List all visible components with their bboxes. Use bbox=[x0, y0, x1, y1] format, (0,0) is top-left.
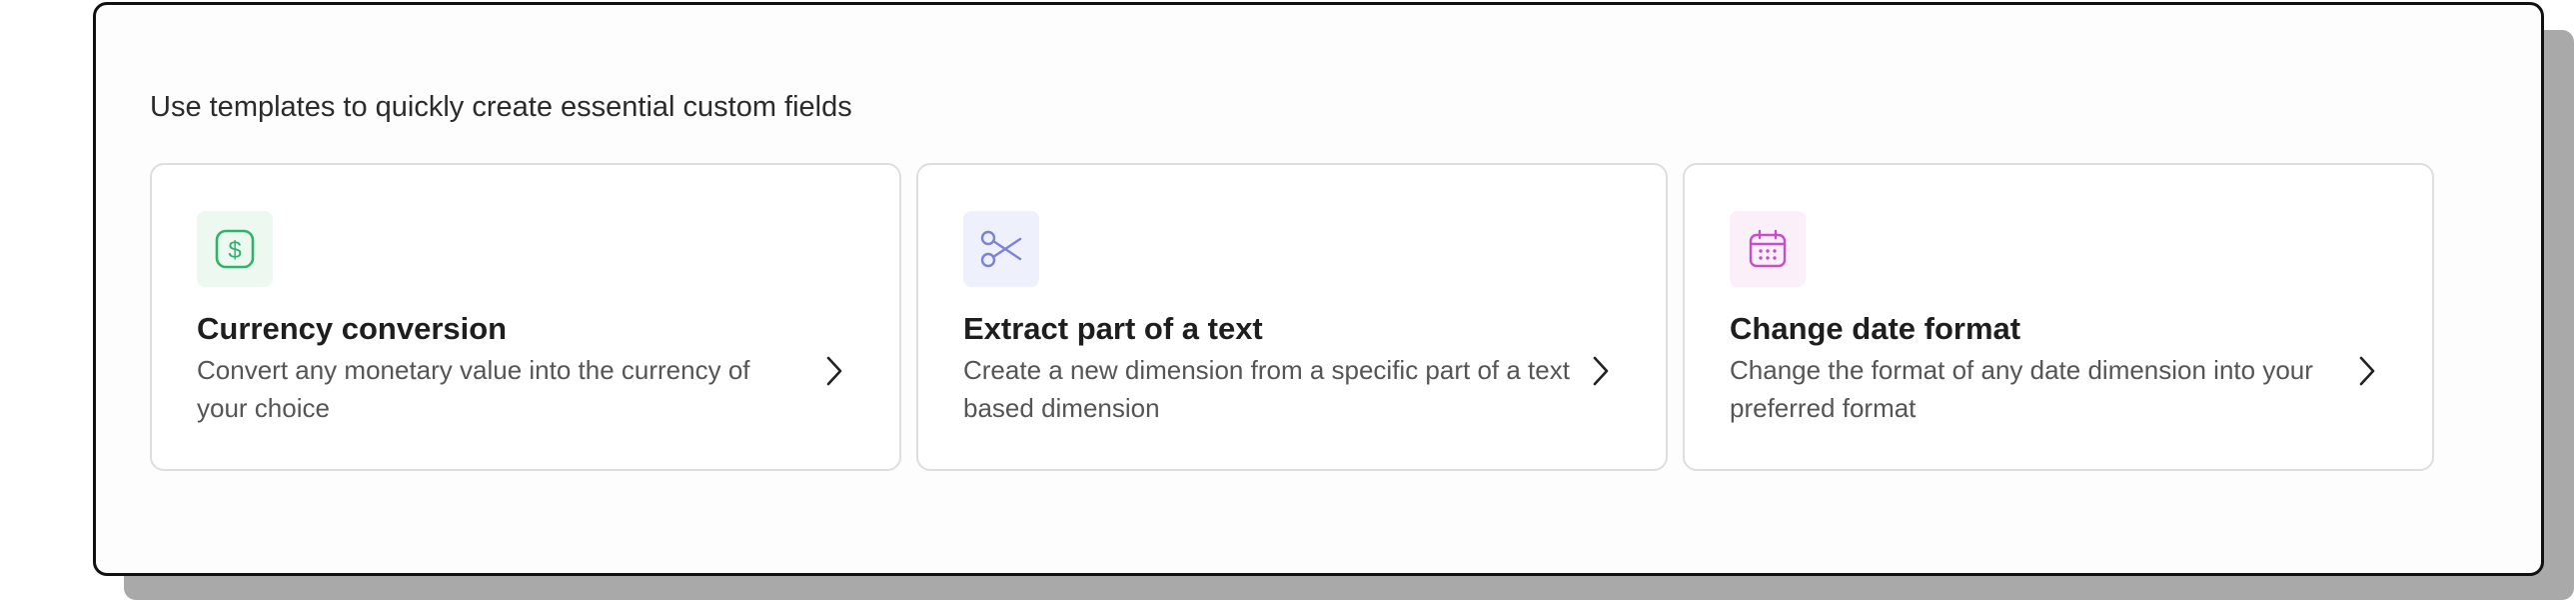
templates-panel: Use templates to quickly create essentia… bbox=[93, 2, 2544, 576]
svg-text:$: $ bbox=[228, 237, 241, 264]
card-description: Create a new dimension from a specific p… bbox=[963, 355, 1570, 423]
chevron-right-icon[interactable] bbox=[819, 351, 849, 391]
card-title: Currency conversion bbox=[197, 311, 508, 346]
card-description: Convert any monetary value into the curr… bbox=[197, 355, 750, 423]
dollar-icon: $ bbox=[197, 211, 273, 287]
calendar-icon bbox=[1730, 211, 1806, 287]
template-card-change-date-format[interactable]: Change date format Change the format of … bbox=[1683, 163, 2434, 471]
chevron-right-icon[interactable] bbox=[1586, 351, 1616, 391]
scissors-icon bbox=[963, 211, 1039, 287]
card-title: Change date format bbox=[1730, 311, 2021, 346]
template-card-currency-conversion[interactable]: $ Currency conversion Convert any moneta… bbox=[150, 163, 901, 471]
template-card-extract-text[interactable]: Extract part of a text Create a new dime… bbox=[916, 163, 1668, 471]
card-description: Change the format of any date dimension … bbox=[1730, 355, 2313, 423]
panel-heading: Use templates to quickly create essentia… bbox=[150, 91, 852, 123]
card-title: Extract part of a text bbox=[963, 311, 1263, 346]
template-cards: $ Currency conversion Convert any moneta… bbox=[150, 163, 2434, 471]
chevron-right-icon[interactable] bbox=[2352, 351, 2382, 391]
